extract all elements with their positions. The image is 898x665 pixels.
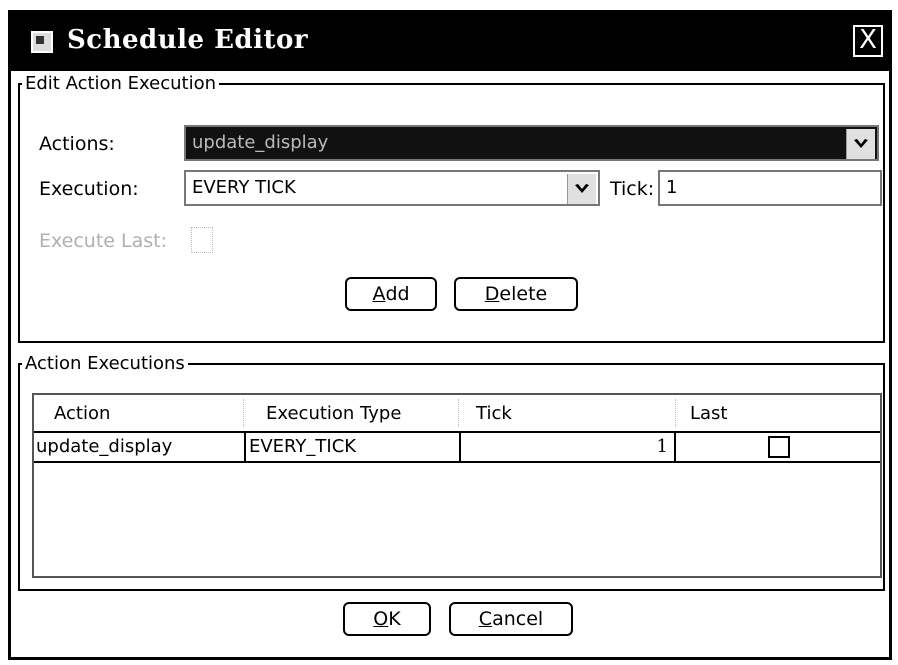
title-bar[interactable]: Schedule Editor X	[11, 13, 889, 71]
executions-group-legend: Action Executions	[25, 353, 185, 374]
cell-execution-type[interactable]: EVERY_TICK	[249, 433, 356, 461]
edit-action-execution-group: Edit Action Execution	[18, 73, 885, 343]
ok-mnemonic: O	[373, 608, 389, 630]
tick-label: Tick:	[610, 178, 655, 200]
cell-divider	[674, 433, 676, 461]
schedule-editor-window: Schedule Editor X Edit Action Execution …	[8, 10, 892, 660]
execution-combobox[interactable]: EVERY TICK	[184, 170, 600, 206]
cell-last-checkbox[interactable]	[768, 436, 790, 458]
close-icon: X	[859, 25, 877, 55]
add-button[interactable]: Add	[345, 277, 437, 311]
delete-label-rest: elete	[499, 283, 548, 305]
ok-label-rest: K	[388, 608, 401, 630]
actions-value: update_display	[192, 132, 329, 153]
actions-dropdown-button[interactable]	[846, 129, 875, 159]
add-label-rest: dd	[385, 283, 410, 305]
add-mnemonic: A	[372, 283, 386, 305]
close-button[interactable]: X	[853, 25, 883, 57]
app-icon	[31, 31, 53, 53]
column-header-action[interactable]: Action	[54, 403, 110, 424]
column-header-execution-type[interactable]: Execution Type	[266, 403, 401, 424]
column-header-last[interactable]: Last	[690, 403, 728, 424]
execution-label: Execution:	[39, 178, 139, 200]
table-header: Action Execution Type Tick Last	[34, 395, 880, 431]
cancel-label-rest: ancel	[492, 608, 544, 630]
table-row[interactable]: update_display EVERY_TICK 1	[34, 431, 880, 463]
column-separator	[458, 399, 460, 427]
actions-combobox[interactable]: update_display	[184, 125, 879, 161]
delete-button[interactable]: Delete	[454, 277, 578, 311]
column-separator	[243, 399, 245, 427]
execution-dropdown-button[interactable]	[567, 174, 596, 204]
execute-last-checkbox[interactable]	[191, 227, 213, 253]
cell-divider	[244, 433, 246, 461]
execute-last-label: Execute Last:	[39, 230, 167, 252]
column-header-tick[interactable]: Tick	[476, 403, 512, 424]
dropdown-arrow-icon	[575, 184, 589, 193]
delete-mnemonic: D	[484, 283, 500, 305]
tick-input[interactable]: 1	[658, 170, 882, 206]
ok-button[interactable]: OK	[343, 602, 431, 636]
cell-divider	[459, 433, 461, 461]
dropdown-arrow-icon	[854, 139, 868, 148]
tick-input-value: 1	[666, 177, 678, 198]
edit-group-legend: Edit Action Execution	[25, 73, 217, 94]
execution-value: EVERY TICK	[192, 177, 296, 198]
window-title: Schedule Editor	[67, 25, 309, 55]
actions-label: Actions:	[39, 133, 115, 155]
executions-table[interactable]: Action Execution Type Tick Last update_d…	[32, 393, 882, 578]
cancel-mnemonic: C	[478, 608, 493, 630]
cell-tick[interactable]: 1	[464, 433, 668, 461]
cell-action[interactable]: update_display	[36, 433, 172, 461]
cancel-button[interactable]: Cancel	[449, 602, 573, 636]
column-separator	[675, 399, 677, 427]
